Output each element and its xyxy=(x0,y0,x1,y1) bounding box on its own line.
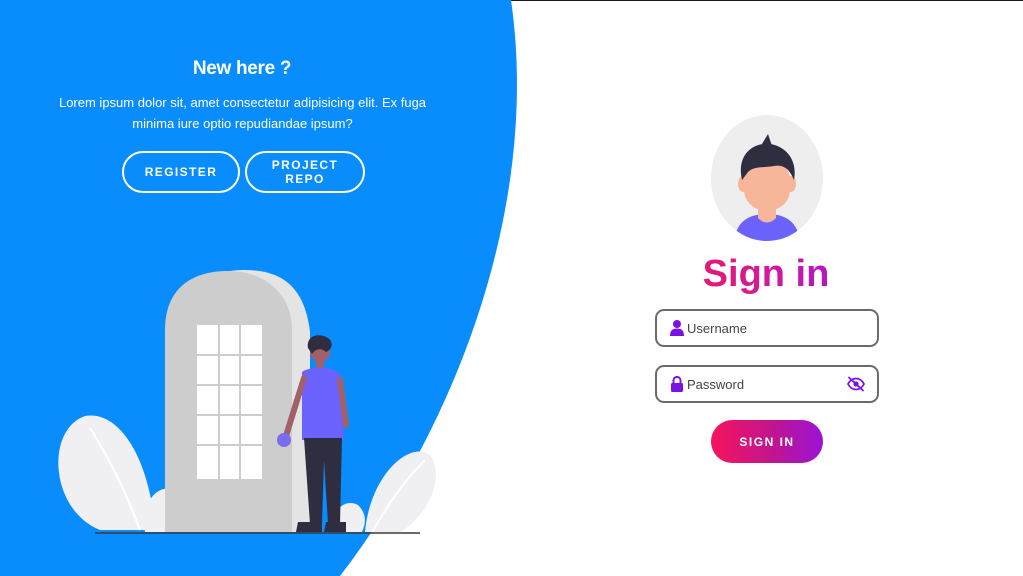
door-illustration xyxy=(58,270,436,534)
user-icon xyxy=(670,320,684,336)
lock-icon xyxy=(671,376,683,392)
eye-slash-icon[interactable] xyxy=(847,376,865,392)
password-input[interactable] xyxy=(687,374,847,394)
sign-in-button[interactable]: SIGN IN xyxy=(711,420,823,463)
avatar xyxy=(711,115,823,241)
sign-in-title: Sign in xyxy=(666,250,866,298)
panel-description: Lorem ipsum dolor sit, amet consectetur … xyxy=(58,95,427,131)
username-field[interactable] xyxy=(655,309,879,347)
panel-title: New here ? xyxy=(192,58,292,79)
project-repo-button[interactable]: PROJECT REPO xyxy=(245,151,365,193)
password-field[interactable] xyxy=(655,365,879,403)
register-button[interactable]: REGISTER xyxy=(122,151,240,193)
username-input[interactable] xyxy=(687,318,877,338)
